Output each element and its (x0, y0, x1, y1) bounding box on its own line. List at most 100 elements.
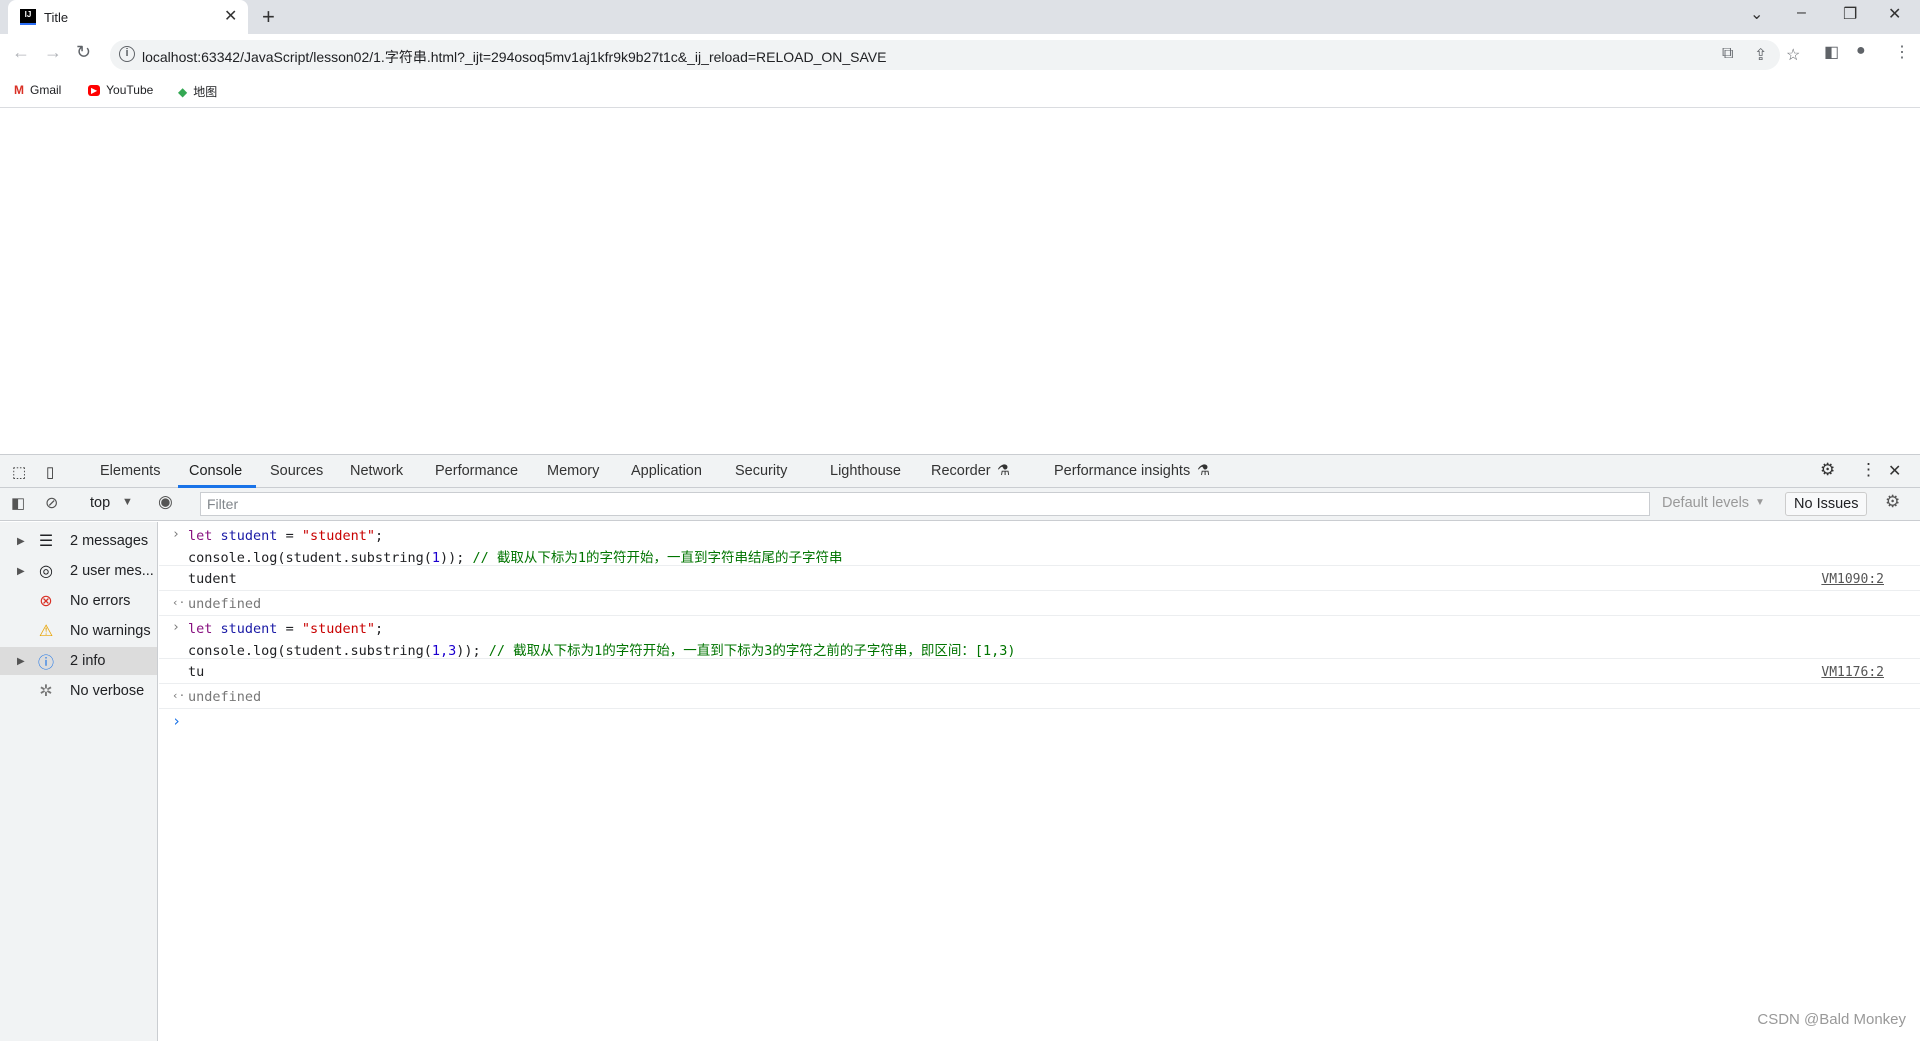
divider (159, 683, 1920, 684)
error-icon: ⊗ (39, 593, 53, 610)
address-bar[interactable]: i localhost:63342/JavaScript/lesson02/1.… (110, 40, 1800, 70)
new-tab-icon[interactable]: + (262, 4, 275, 30)
side-panel-icon[interactable]: ◧ (1824, 42, 1839, 62)
code-text: console.log(student.substring( (188, 550, 432, 566)
translate-icon[interactable]: ⧉ (1722, 45, 1733, 63)
expand-arrow-icon[interactable]: ▶ (17, 656, 25, 667)
context-selector[interactable]: top (90, 495, 110, 511)
expand-arrow-icon[interactable]: ▶ (17, 536, 25, 547)
console-output: tudent (188, 571, 237, 587)
clear-console-icon[interactable]: ⊘ (45, 493, 58, 513)
log-levels-dropdown[interactable]: Default levels (1662, 495, 1749, 511)
sidebar-toggle-icon[interactable]: ◧ (11, 494, 25, 512)
divider (159, 615, 1920, 616)
sidebar-item-messages[interactable]: ▶ ☰ 2 messages (0, 527, 157, 555)
sidebar-label: No errors (70, 593, 131, 609)
bookmark-star-icon[interactable]: ☆ (1786, 45, 1800, 65)
forward-icon[interactable]: → (44, 42, 62, 63)
sidebar-label: No verbose (70, 683, 145, 699)
result-arrow-icon: ‹· (172, 596, 186, 609)
more-options-icon[interactable]: ⋮ (1860, 460, 1877, 480)
sidebar-item-user-messages[interactable]: ▶ ◎ 2 user mes... (0, 557, 157, 585)
bookmark-label: Gmail (30, 83, 62, 97)
tab-performance[interactable]: Performance (435, 463, 518, 479)
console-prompt-icon[interactable]: › (172, 712, 181, 730)
console-output: tu (188, 664, 205, 680)
bookmark-maps[interactable]: ◆ 地图 (178, 83, 217, 100)
code-variable: student (220, 528, 278, 544)
divider (159, 565, 1920, 566)
bookmark-gmail[interactable]: M Gmail (14, 83, 61, 97)
console-prompt-input[interactable] (188, 711, 1888, 731)
code-variable: student (220, 621, 278, 637)
tab-sources[interactable]: Sources (270, 463, 323, 479)
list-icon: ☰ (38, 533, 54, 550)
close-devtools-icon[interactable]: ✕ (1888, 461, 1901, 481)
tab-console[interactable]: Console (189, 463, 242, 479)
filter-input[interactable]: Filter (200, 492, 1650, 516)
console-result: undefined (188, 689, 262, 705)
console-input-line: let student = "student"; (188, 621, 383, 637)
browser-toolbar: ← → ↻ i localhost:63342/JavaScript/lesso… (0, 34, 1920, 74)
tab-performance-insights[interactable]: Performance insights (1054, 463, 1190, 479)
tab-memory[interactable]: Memory (547, 463, 599, 479)
menu-icon[interactable]: ⋮ (1894, 42, 1910, 62)
console-settings-icon[interactable]: ⚙ (1885, 492, 1900, 512)
device-toolbar-icon[interactable]: ▯ (46, 463, 54, 481)
input-chevron-icon: › (172, 527, 180, 542)
code-operator: = (277, 528, 302, 544)
code-number: 1,3 (431, 643, 457, 659)
expand-arrow-icon[interactable]: ▶ (17, 566, 25, 577)
tab-network[interactable]: Network (350, 463, 403, 479)
reload-icon[interactable]: ↻ (76, 42, 91, 63)
dropdown-arrow-icon: ▼ (122, 496, 133, 508)
source-link[interactable]: VM1090:2 (1821, 572, 1884, 587)
watermark: CSDN @Bald Monkey (1757, 1011, 1906, 1028)
back-icon[interactable]: ← (12, 42, 30, 63)
live-expression-eye-icon[interactable]: ◉ (158, 492, 173, 512)
bug-icon: ✲ (39, 683, 53, 700)
console-input-line: console.log(student.substring(1)); // 截取… (188, 546, 843, 566)
sidebar-item-info[interactable]: ▶ ⓘ 2 info (0, 647, 157, 675)
code-string: "student" (301, 621, 375, 637)
url-text[interactable]: localhost:63342/JavaScript/lesson02/1.字符… (142, 47, 887, 67)
bookmarks-bar: M Gmail ▶ YouTube ◆ 地图 (0, 74, 1920, 108)
settings-icon[interactable]: ⚙ (1820, 460, 1835, 480)
sidebar-label: 2 messages (70, 533, 149, 549)
tab-lighthouse[interactable]: Lighthouse (830, 463, 901, 479)
sidebar-item-verbose[interactable]: ✲ No verbose (0, 677, 157, 705)
console-toolbar: ◧ ⊘ top ▼ ◉ Filter Default levels ▼ No I… (0, 488, 1920, 521)
sidebar-item-warnings[interactable]: ⚠ No warnings (0, 617, 157, 645)
warning-icon: ⚠ (38, 623, 54, 640)
tab-elements[interactable]: Elements (100, 463, 160, 479)
code-text: )); (439, 550, 473, 566)
console-result: undefined (188, 596, 262, 612)
tab-security[interactable]: Security (735, 463, 787, 479)
code-operator: = (277, 621, 302, 637)
tab-search-icon[interactable]: ⌄ (1750, 4, 1763, 24)
close-window-icon[interactable]: ✕ (1888, 4, 1901, 24)
divider (159, 658, 1920, 659)
bookmark-label: YouTube (106, 83, 154, 97)
info-icon: ⓘ (37, 655, 54, 672)
close-tab-icon[interactable]: ✕ (224, 6, 237, 26)
inspect-element-icon[interactable]: ⬚ (12, 463, 26, 481)
tab-application[interactable]: Application (631, 463, 702, 479)
browser-tab[interactable]: IJ Title ✕ (8, 0, 248, 34)
code-keyword: let (188, 528, 213, 544)
minimize-icon[interactable]: – (1797, 4, 1806, 22)
share-icon[interactable]: ⇪ (1754, 45, 1767, 65)
code-punct: ; (374, 621, 384, 637)
restore-icon[interactable]: ❐ (1843, 4, 1857, 24)
sidebar-label: 2 user mes... (70, 563, 154, 579)
code-comment: // 截取从下标为1的字符开始，一直到下标为3的字符之前的子字符串，即区间：[1… (488, 643, 1016, 659)
bookmark-youtube[interactable]: ▶ YouTube (88, 83, 153, 97)
code-string: "student" (301, 528, 375, 544)
info-icon[interactable]: i (119, 46, 135, 62)
profile-icon[interactable]: ● (1856, 42, 1866, 60)
code-punct: ; (374, 528, 384, 544)
tab-recorder[interactable]: Recorder (931, 463, 991, 479)
source-link[interactable]: VM1176:2 (1821, 665, 1884, 680)
sidebar-item-errors[interactable]: ⊗ No errors (0, 587, 157, 615)
issues-button[interactable]: No Issues (1785, 492, 1868, 516)
